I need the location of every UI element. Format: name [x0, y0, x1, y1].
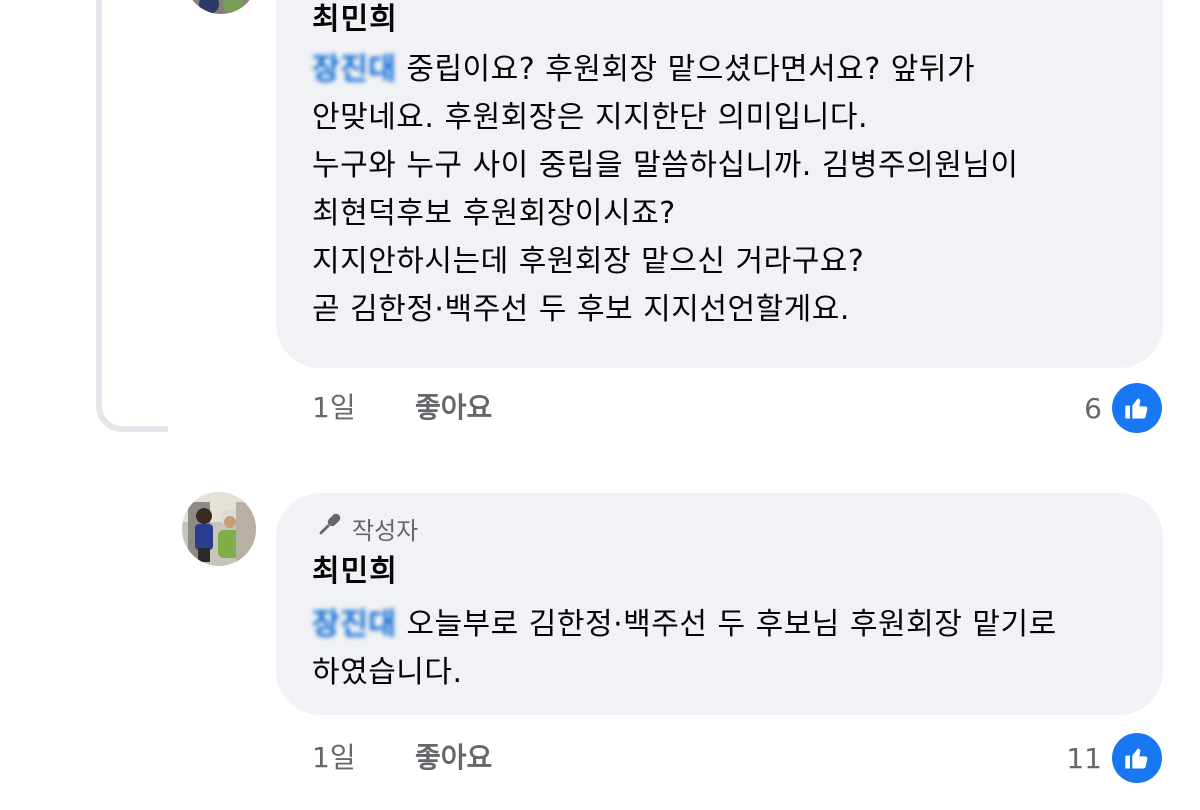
thumbs-up-icon	[1112, 733, 1162, 783]
like-button[interactable]: 좋아요	[415, 741, 492, 775]
mention-link[interactable]: 장진대	[312, 52, 396, 87]
thumbs-up-icon	[1112, 383, 1162, 433]
reaction-count: 6	[1084, 391, 1102, 425]
comment-line: 곧 김한정·백주선 두 후보 지지선언할게요.	[312, 292, 850, 327]
reaction-summary[interactable]: 6	[1084, 383, 1162, 433]
microphone-icon	[312, 508, 346, 548]
comment-line: 장진대 중립이요? 후원회장 맡으셨다면서요? 앞뒤가	[312, 46, 1142, 94]
author-badge: 작성자	[312, 510, 418, 546]
reply-thread-connector	[96, 0, 168, 432]
comment-line: 하였습니다.	[312, 655, 463, 690]
comment-timestamp[interactable]: 1일	[312, 391, 356, 425]
avatar[interactable]	[182, 492, 256, 566]
avatar-image	[185, 0, 257, 14]
avatar[interactable]	[185, 0, 257, 14]
comment-line: 지지안하시는데 후원회장 맡으신 거라구요?	[312, 244, 865, 279]
comment-author[interactable]: 최민희	[312, 554, 398, 590]
comment-author[interactable]: 최민희	[312, 2, 398, 38]
avatar-image	[182, 492, 256, 566]
reaction-summary[interactable]: 11	[1066, 733, 1162, 783]
comment-body: 장진대 오늘부로 김한정·백주선 두 후보님 후원회장 맡기로 하였습니다.	[312, 601, 1142, 697]
comment-body: 장진대 중립이요? 후원회장 맡으셨다면서요? 앞뒤가 안맞네요. 후원회장은 …	[312, 46, 1142, 334]
reaction-count: 11	[1066, 741, 1102, 775]
comment-text: 중립이요? 후원회장 맡으셨다면서요? 앞뒤가	[396, 52, 976, 87]
like-button[interactable]: 좋아요	[415, 391, 492, 425]
comment-line: 장진대 오늘부로 김한정·백주선 두 후보님 후원회장 맡기로	[312, 601, 1142, 649]
comment-line: 최현덕후보 후원회장이시죠?	[312, 196, 676, 231]
author-badge-label: 작성자	[352, 516, 419, 545]
comment-line: 안맞네요. 후원회장은 지지한단 의미입니다.	[312, 100, 868, 135]
comment-line: 누구와 누구 사이 중립을 말씀하십니까. 김병주의원님이	[312, 148, 1019, 183]
comment-timestamp[interactable]: 1일	[312, 741, 356, 775]
mention-link[interactable]: 장진대	[312, 607, 396, 642]
comment-text: 오늘부로 김한정·백주선 두 후보님 후원회장 맡기로	[396, 607, 1057, 642]
